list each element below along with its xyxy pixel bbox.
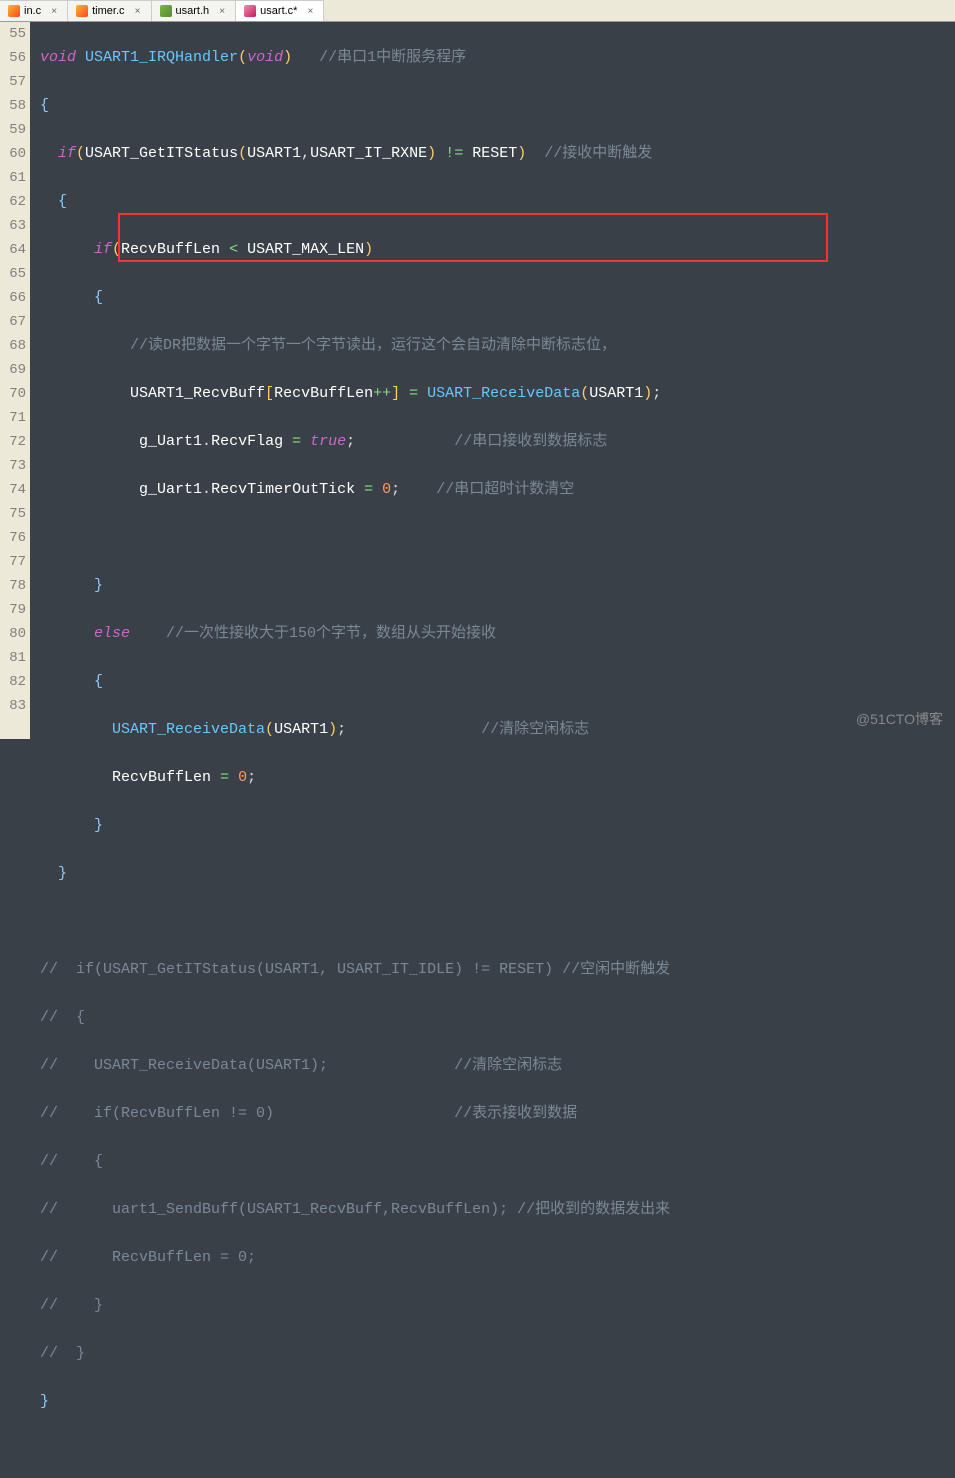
code-line: [40, 910, 955, 934]
file-c-icon: [76, 5, 88, 17]
code-line: if(USART_GetITStatus(USART1,USART_IT_RXN…: [40, 142, 955, 166]
code-line: g_Uart1.RecvFlag = true; //串口接收到数据标志: [40, 430, 955, 454]
code-line: }: [40, 814, 955, 838]
close-icon[interactable]: ×: [305, 6, 315, 16]
file-h-icon: [160, 5, 172, 17]
code-line: // USART_ReceiveData(USART1); //清除空闲标志: [40, 1054, 955, 1078]
code-line: }: [40, 862, 955, 886]
code-line: {: [40, 286, 955, 310]
code-line: }: [40, 1390, 955, 1414]
code-area[interactable]: void USART1_IRQHandler(void) //串口1中断服务程序…: [30, 22, 955, 739]
code-line: // }: [40, 1294, 955, 1318]
tab-label: in.c: [24, 5, 41, 17]
tab-label: timer.c: [92, 5, 124, 17]
code-line: {: [40, 190, 955, 214]
tab-label: usart.c*: [260, 5, 297, 17]
code-line: RecvBuffLen = 0;: [40, 766, 955, 790]
code-line: USART_ReceiveData(USART1); //清除空闲标志: [40, 718, 955, 742]
close-icon[interactable]: ×: [133, 6, 143, 16]
tab-in-c[interactable]: in.c ×: [0, 0, 68, 21]
close-icon[interactable]: ×: [49, 6, 59, 16]
watermark: @51CTO博客: [856, 709, 943, 729]
close-icon[interactable]: ×: [217, 6, 227, 16]
code-line: //读DR把数据一个字节一个字节读出，运行这个会自动清除中断标志位，: [40, 334, 955, 358]
code-line: // if(USART_GetITStatus(USART1, USART_IT…: [40, 958, 955, 982]
code-line: USART1_RecvBuff[RecvBuffLen++] = USART_R…: [40, 382, 955, 406]
highlight-box: [118, 213, 828, 262]
editor: 55 56 57 58 59 60 61 62 63 64 65 66 67 6…: [0, 22, 955, 739]
code-line: // {: [40, 1006, 955, 1030]
code-line: // uart1_SendBuff(USART1_RecvBuff,RecvBu…: [40, 1198, 955, 1222]
tab-timer-c[interactable]: timer.c ×: [68, 0, 151, 21]
code-line: // RecvBuffLen = 0;: [40, 1246, 955, 1270]
code-line: g_Uart1.RecvTimerOutTick = 0; //串口超时计数清空: [40, 478, 955, 502]
code-line: // }: [40, 1342, 955, 1366]
tab-usart-h[interactable]: usart.h ×: [152, 0, 237, 21]
tab-label: usart.h: [176, 5, 210, 17]
code-line: // {: [40, 1150, 955, 1174]
file-c-icon: [8, 5, 20, 17]
file-c-icon: [244, 5, 256, 17]
code-line: else //一次性接收大于150个字节，数组从头开始接收: [40, 622, 955, 646]
tab-bar: in.c × timer.c × usart.h × usart.c* ×: [0, 0, 955, 22]
tab-usart-c-active[interactable]: usart.c* ×: [236, 0, 324, 21]
code-line: {: [40, 670, 955, 694]
code-line: {: [40, 94, 955, 118]
code-line: }: [40, 574, 955, 598]
code-line: // if(RecvBuffLen != 0) //表示接收到数据: [40, 1102, 955, 1126]
code-line: [40, 526, 955, 550]
line-gutter: 55 56 57 58 59 60 61 62 63 64 65 66 67 6…: [0, 22, 30, 739]
code-line: void USART1_IRQHandler(void) //串口1中断服务程序: [40, 46, 955, 70]
